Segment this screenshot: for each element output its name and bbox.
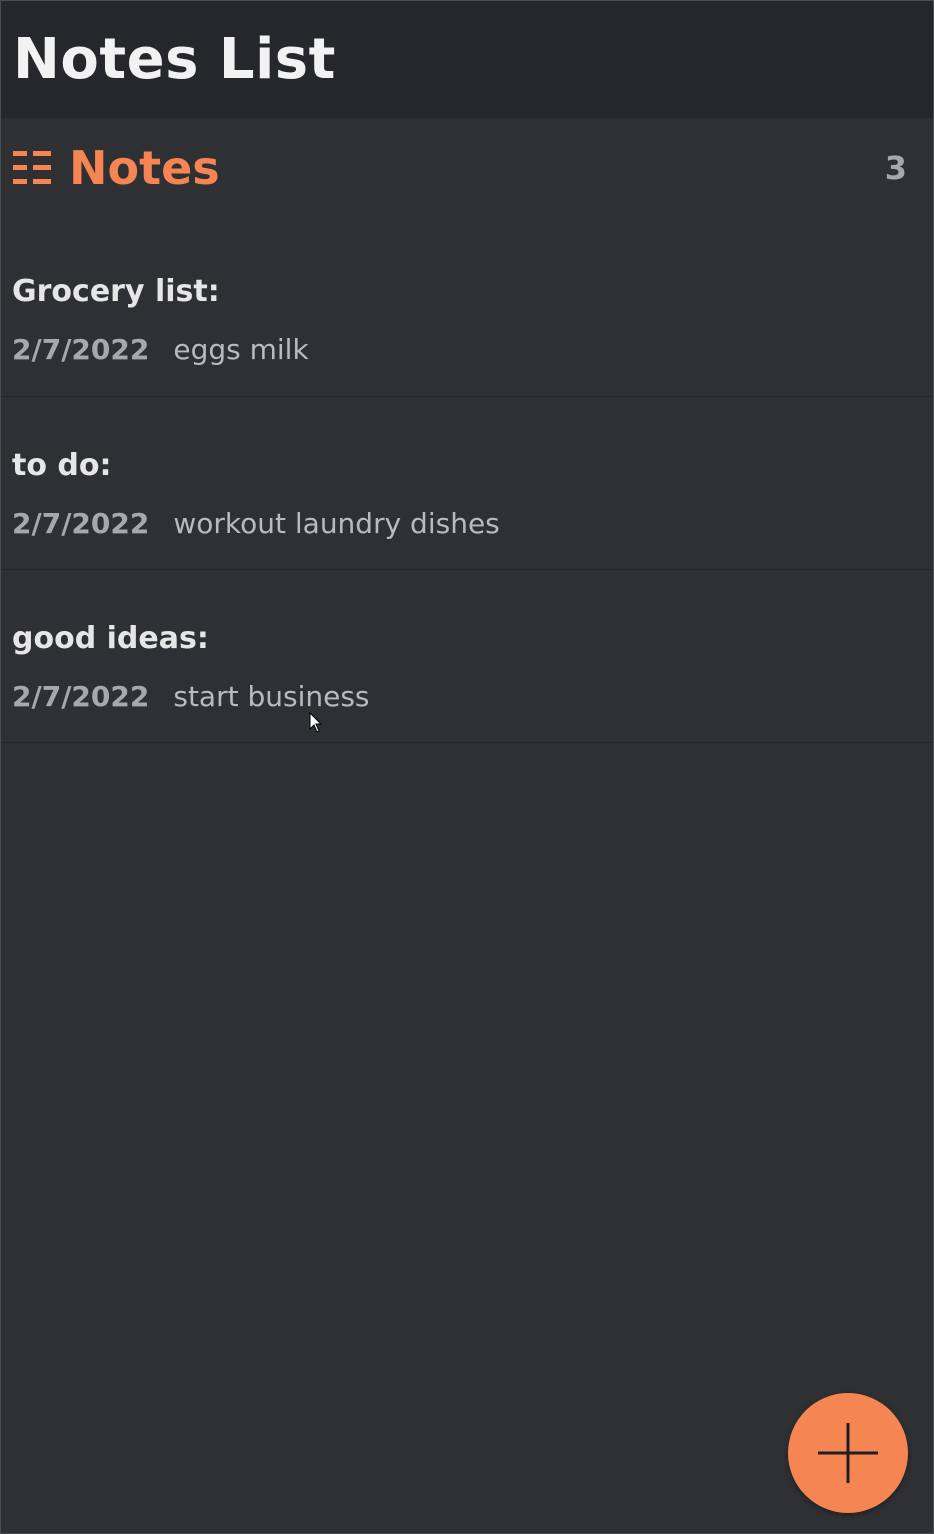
app-header: Notes List	[1, 1, 933, 118]
note-meta: 2/7/2022 eggs milk	[12, 333, 309, 366]
app-window: Notes List Notes 3 Grocery list: 2/7/202…	[0, 0, 934, 1534]
list-icon	[13, 149, 53, 187]
note-title: Grocery list:	[12, 274, 220, 309]
note-preview: start business	[173, 680, 370, 713]
plus-icon	[816, 1421, 880, 1485]
note-date: 2/7/2022	[12, 507, 150, 540]
note-item[interactable]: good ideas: 2/7/2022 start business	[1, 570, 933, 743]
note-item[interactable]: to do: 2/7/2022 workout laundry dishes	[1, 397, 933, 570]
section-title: Notes	[69, 141, 220, 195]
app-title: Notes List	[13, 27, 336, 92]
add-note-button[interactable]	[788, 1393, 908, 1513]
mouse-cursor-icon	[309, 711, 323, 738]
note-date: 2/7/2022	[12, 680, 150, 713]
note-meta: 2/7/2022 workout laundry dishes	[12, 507, 500, 540]
note-item[interactable]: Grocery list: 2/7/2022 eggs milk	[1, 258, 933, 397]
note-preview: eggs milk	[173, 333, 309, 366]
notes-section-header: Notes 3	[1, 118, 933, 218]
note-date: 2/7/2022	[12, 333, 150, 366]
note-title: good ideas:	[12, 621, 209, 656]
note-preview: workout laundry dishes	[173, 507, 500, 540]
note-title: to do:	[12, 448, 112, 483]
notes-list: Grocery list: 2/7/2022 eggs milk to do: …	[1, 258, 933, 743]
note-meta: 2/7/2022 start business	[12, 680, 370, 713]
note-count-badge: 3	[884, 149, 907, 187]
